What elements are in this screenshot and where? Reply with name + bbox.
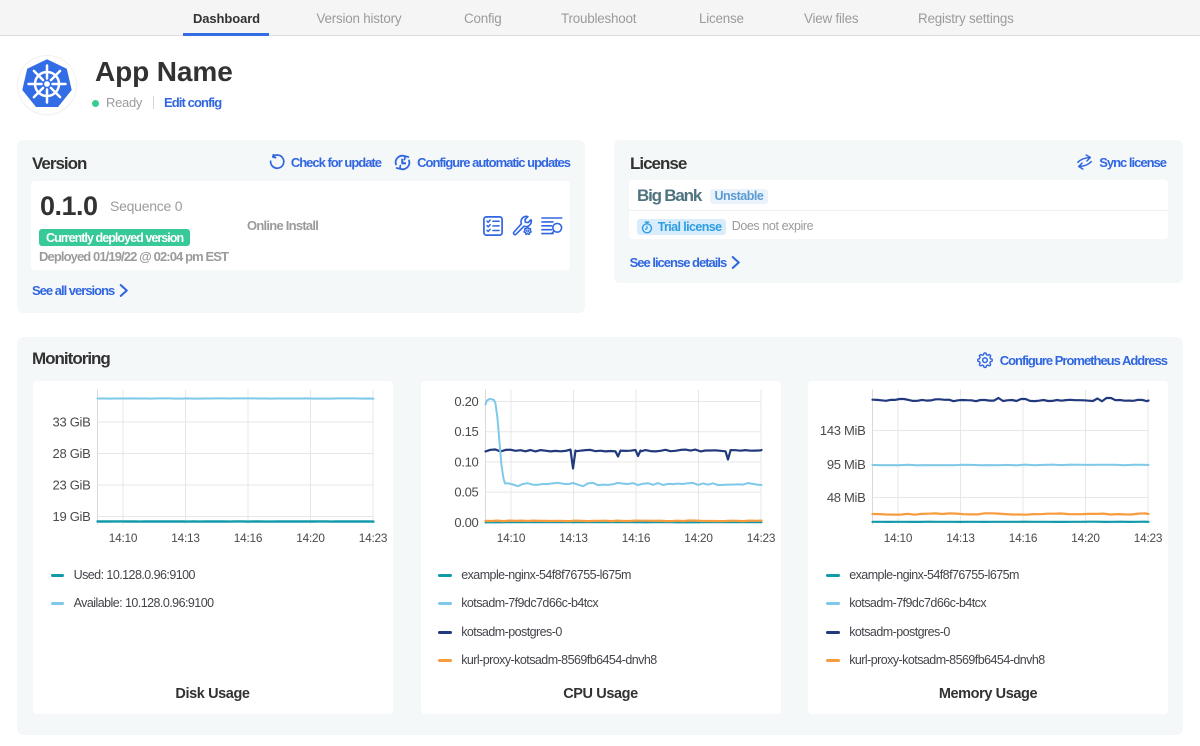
svg-text:19 GiB: 19 GiB: [52, 509, 90, 524]
svg-text:14:23: 14:23: [358, 531, 387, 545]
svg-text:14:20: 14:20: [684, 531, 713, 545]
svg-text:14:16: 14:16: [621, 531, 650, 545]
svg-text:14:23: 14:23: [746, 531, 775, 545]
svg-text:14:13: 14:13: [171, 531, 200, 545]
svg-text:14:10: 14:10: [108, 531, 137, 545]
svg-text:28 GiB: 28 GiB: [52, 446, 90, 461]
svg-text:0.00: 0.00: [454, 514, 478, 529]
svg-text:14:20: 14:20: [1071, 531, 1100, 545]
svg-text:95 MiB: 95 MiB: [827, 457, 866, 472]
svg-text:143 MiB: 143 MiB: [820, 423, 866, 438]
svg-text:0.10: 0.10: [454, 454, 478, 469]
svg-text:33 GiB: 33 GiB: [52, 414, 90, 429]
svg-text:14:13: 14:13: [946, 531, 975, 545]
svg-text:14:16: 14:16: [233, 531, 262, 545]
svg-text:0.05: 0.05: [454, 484, 478, 499]
svg-text:0.20: 0.20: [454, 394, 478, 409]
svg-text:14:13: 14:13: [559, 531, 588, 545]
svg-text:14:20: 14:20: [296, 531, 325, 545]
svg-text:14:16: 14:16: [1009, 531, 1038, 545]
svg-text:0.15: 0.15: [454, 424, 478, 439]
svg-text:14:10: 14:10: [884, 531, 913, 545]
svg-text:23 GiB: 23 GiB: [52, 477, 90, 492]
svg-text:48 MiB: 48 MiB: [827, 490, 866, 505]
svg-text:14:10: 14:10: [496, 531, 525, 545]
svg-text:14:23: 14:23: [1134, 531, 1163, 545]
